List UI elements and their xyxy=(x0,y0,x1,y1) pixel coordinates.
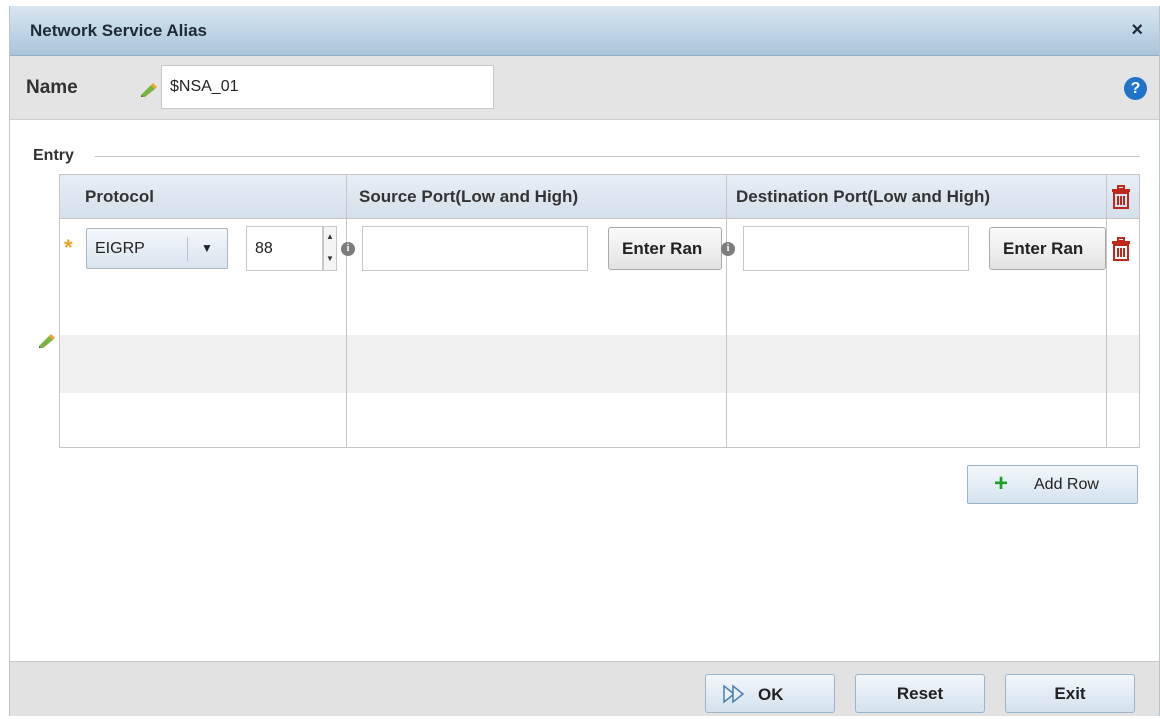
name-input[interactable] xyxy=(161,65,494,109)
protocol-number-stepper[interactable]: ▲ ▼ xyxy=(323,226,337,271)
add-row-button[interactable]: + Add Row xyxy=(967,465,1138,504)
protocol-number-input[interactable] xyxy=(246,226,323,271)
column-divider xyxy=(1106,175,1107,447)
dialog-title: Network Service Alias xyxy=(30,21,208,40)
column-divider xyxy=(726,175,727,447)
spin-down-icon[interactable]: ▼ xyxy=(326,255,334,263)
chevron-down-icon: ▼ xyxy=(201,241,213,255)
protocol-select-value: EIGRP xyxy=(95,240,145,257)
add-row-label: Add Row xyxy=(1034,476,1099,493)
column-header-protocol[interactable]: Protocol xyxy=(60,175,346,219)
delete-row-trash-icon[interactable] xyxy=(1111,237,1131,266)
edit-pencil-icon xyxy=(36,333,56,354)
column-header-destination-port[interactable]: Destination Port(Low and High) xyxy=(726,175,1106,219)
table-header: Protocol Source Port(Low and High) Desti… xyxy=(60,175,1139,219)
info-icon[interactable]: i xyxy=(341,242,355,256)
dialog-title-bar: Network Service Alias × xyxy=(10,6,1159,56)
ok-button[interactable]: OK xyxy=(705,674,835,713)
destination-port-input[interactable] xyxy=(743,226,969,271)
entry-divider xyxy=(95,156,1140,157)
entry-table: Protocol Source Port(Low and High) Desti… xyxy=(59,174,1140,448)
column-divider xyxy=(346,175,347,447)
source-enter-range-button[interactable]: Enter Ran xyxy=(608,227,722,270)
table-row-empty xyxy=(60,277,1139,335)
entry-legend: Entry xyxy=(33,147,74,164)
edit-pencil-icon xyxy=(138,82,158,103)
name-bar: Name ? xyxy=(10,56,1159,120)
reset-button[interactable]: Reset xyxy=(855,674,985,713)
close-icon[interactable]: × xyxy=(1131,20,1143,40)
table-row-empty xyxy=(60,393,1139,447)
info-icon[interactable]: i xyxy=(721,242,735,256)
column-header-source-port[interactable]: Source Port(Low and High) xyxy=(346,175,726,219)
protocol-select[interactable]: EIGRP ▼ xyxy=(86,228,228,269)
delete-all-trash-icon[interactable] xyxy=(1111,185,1131,214)
source-port-input[interactable] xyxy=(362,226,588,271)
table-row-empty xyxy=(60,335,1139,393)
plus-icon: + xyxy=(994,470,1009,497)
network-service-alias-dialog: Network Service Alias × Name ? Entry Pro… xyxy=(9,6,1160,716)
ok-label: OK xyxy=(758,685,784,704)
select-separator xyxy=(187,237,188,261)
help-icon[interactable]: ? xyxy=(1124,77,1147,100)
destination-enter-range-button[interactable]: Enter Ran xyxy=(989,227,1106,270)
ok-arrow-icon xyxy=(722,684,746,709)
required-star-icon: * xyxy=(64,235,73,260)
spin-up-icon[interactable]: ▲ xyxy=(326,233,334,241)
name-label: Name xyxy=(26,77,78,98)
exit-button[interactable]: Exit xyxy=(1005,674,1135,713)
dialog-footer: OK Reset Exit xyxy=(10,661,1159,716)
